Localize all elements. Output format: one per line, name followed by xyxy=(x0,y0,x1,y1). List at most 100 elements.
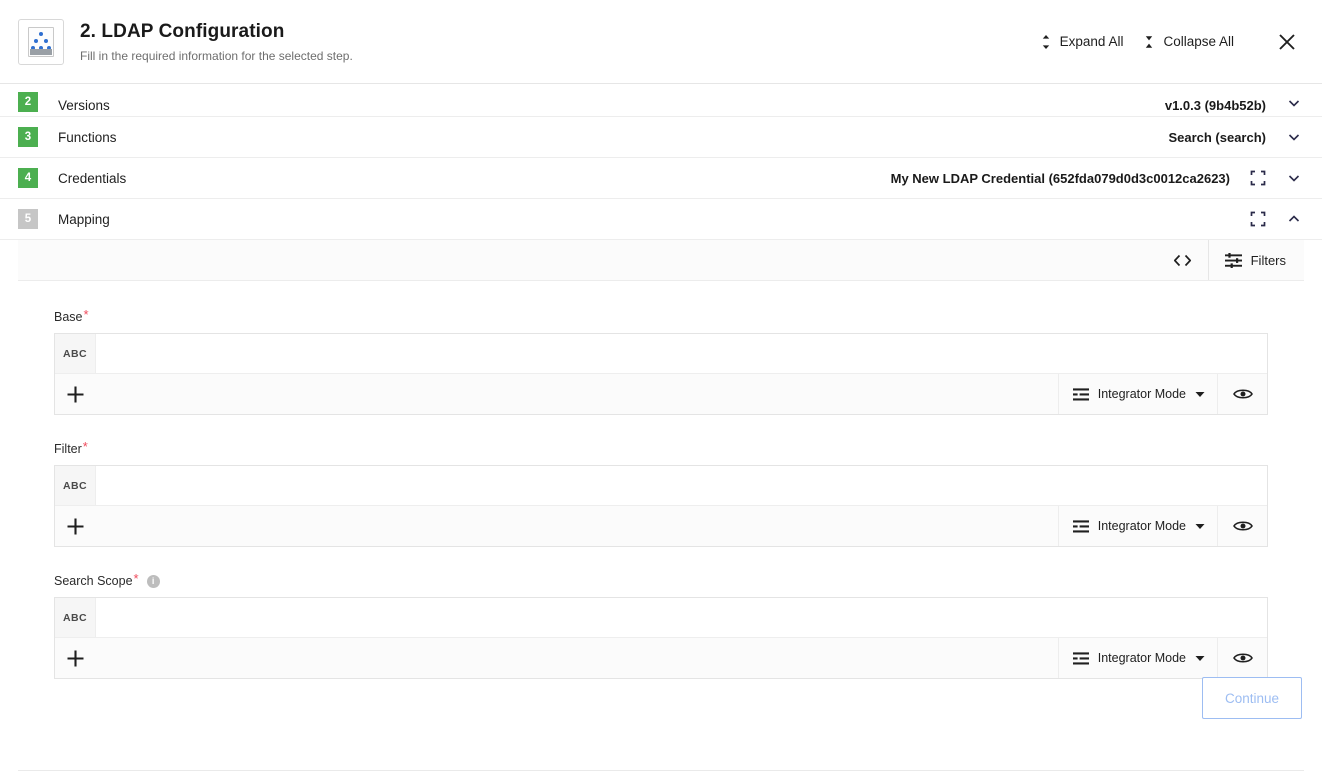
step-badge: 4 xyxy=(18,168,38,188)
accordion-row-versions[interactable]: 2 Versions v1.0.3 (9b4b52b) xyxy=(0,84,1322,117)
expand-all-label: Expand All xyxy=(1059,34,1124,49)
eye-icon xyxy=(1232,651,1253,665)
field-label-text: Search Scope xyxy=(54,574,133,588)
accordion-row-mapping[interactable]: 5 Mapping xyxy=(0,199,1322,240)
field-label-text: Base xyxy=(54,310,83,324)
accordion-row-icons xyxy=(1284,127,1304,147)
type-chip-button[interactable]: ABC xyxy=(55,598,96,637)
accordion-value: My New LDAP Credential (652fda079d0d3c00… xyxy=(890,170,1230,186)
field-input-row: ABC xyxy=(55,598,1267,638)
chevron-up-icon[interactable] xyxy=(1284,209,1304,229)
close-icon xyxy=(1277,32,1297,52)
page-subtitle: Fill in the required information for the… xyxy=(80,48,353,63)
accordion-row-credentials[interactable]: 4 Credentials My New LDAP Credential (65… xyxy=(0,158,1322,199)
field-box-filter: ABC Integrator Mode xyxy=(54,465,1268,547)
accordion-label: Mapping xyxy=(58,211,110,227)
mapping-toolbar: Filters xyxy=(18,240,1304,281)
required-asterisk: * xyxy=(133,571,139,586)
caret-down-icon xyxy=(1195,523,1205,530)
footer-spacer xyxy=(96,374,1058,414)
field-label-text: Filter xyxy=(54,442,82,456)
integrator-mode-dropdown[interactable]: Integrator Mode xyxy=(1057,374,1217,414)
dialog-header: 2. LDAP Configuration Fill in the requir… xyxy=(0,0,1322,84)
plus-icon xyxy=(66,517,85,536)
fullscreen-icon[interactable] xyxy=(1248,168,1268,188)
header-text-block: 2. LDAP Configuration Fill in the requir… xyxy=(80,20,353,64)
add-row-button[interactable] xyxy=(55,506,96,546)
field-label-base: Base * xyxy=(54,307,1268,325)
ldap-configuration-dialog: 2. LDAP Configuration Fill in the requir… xyxy=(0,0,1322,780)
field-input-row: ABC xyxy=(55,466,1267,506)
integrator-mode-dropdown[interactable]: Integrator Mode xyxy=(1057,506,1217,546)
plus-icon xyxy=(66,649,85,668)
mapping-form: Base * ABC Integrator Mode Filter * ABC … xyxy=(0,281,1322,679)
accordion-row-icons xyxy=(1248,168,1304,188)
fold-vertical-icon xyxy=(1143,34,1155,50)
preview-button[interactable] xyxy=(1217,506,1267,546)
field-label-search-scope: Search Scope * i xyxy=(54,571,1268,589)
page-title: 2. LDAP Configuration xyxy=(80,20,285,42)
footer-divider xyxy=(18,770,1304,771)
mode-lines-icon xyxy=(1072,651,1089,665)
field-input-row: ABC xyxy=(55,334,1267,374)
caret-down-icon xyxy=(1195,391,1205,398)
accordion-label: Versions xyxy=(58,98,110,113)
step-badge: 3 xyxy=(18,127,38,147)
integrator-mode-label: Integrator Mode xyxy=(1097,387,1186,401)
eye-icon xyxy=(1232,387,1253,401)
unfold-vertical-icon xyxy=(1040,34,1052,50)
header-actions: Expand All Collapse All xyxy=(1030,25,1304,59)
expand-all-button[interactable]: Expand All xyxy=(1030,28,1134,56)
field-group-base: Base * ABC Integrator Mode xyxy=(54,307,1268,415)
accordion-row-functions[interactable]: 3 Functions Search (search) xyxy=(0,117,1322,158)
accordion-row-icons xyxy=(1248,209,1304,229)
accordion-value: Search (search) xyxy=(1168,129,1266,145)
ldap-directory-icon xyxy=(18,18,64,65)
chevron-down-icon[interactable] xyxy=(1284,93,1304,113)
continue-button[interactable]: Continue xyxy=(1202,677,1302,719)
sliders-icon xyxy=(1224,252,1242,268)
base-input[interactable] xyxy=(96,334,1267,373)
accordion-label: Credentials xyxy=(58,170,127,186)
type-chip-button[interactable]: ABC xyxy=(55,466,96,505)
close-button[interactable] xyxy=(1270,25,1304,59)
integrator-mode-label: Integrator Mode xyxy=(1097,651,1186,665)
collapse-all-button[interactable]: Collapse All xyxy=(1133,28,1244,56)
integrator-mode-label: Integrator Mode xyxy=(1097,519,1186,533)
field-group-filter: Filter * ABC Integrator Mode xyxy=(54,439,1268,547)
plus-icon xyxy=(66,385,85,404)
step-badge: 5 xyxy=(18,209,38,229)
mode-lines-icon xyxy=(1072,519,1089,533)
field-group-search-scope: Search Scope * i ABC Integrator Mode xyxy=(54,571,1268,679)
filters-button[interactable]: Filters xyxy=(1207,240,1304,280)
collapse-all-label: Collapse All xyxy=(1163,34,1234,49)
info-icon[interactable]: i xyxy=(146,574,160,588)
footer-spacer xyxy=(96,506,1058,546)
code-view-button[interactable] xyxy=(1158,240,1208,280)
field-label-filter: Filter * xyxy=(54,439,1268,457)
fullscreen-icon[interactable] xyxy=(1248,209,1268,229)
field-box-base: ABC Integrator Mode xyxy=(54,333,1268,415)
accordion-label: Functions xyxy=(58,129,117,145)
chevron-down-icon[interactable] xyxy=(1284,127,1304,147)
code-brackets-icon xyxy=(1173,253,1192,268)
filters-label: Filters xyxy=(1250,252,1286,268)
search-scope-input[interactable] xyxy=(96,598,1267,637)
steps-accordion: 2 Versions v1.0.3 (9b4b52b) 3 Functions … xyxy=(0,84,1322,240)
type-chip-button[interactable]: ABC xyxy=(55,334,96,373)
required-asterisk: * xyxy=(83,307,89,322)
accordion-value: v1.0.3 (9b4b52b) xyxy=(1164,98,1266,113)
add-row-button[interactable] xyxy=(55,374,96,414)
dialog-footer: Continue xyxy=(0,670,1322,780)
required-asterisk: * xyxy=(82,439,88,454)
field-footer: Integrator Mode xyxy=(55,374,1267,414)
field-box-search-scope: ABC Integrator Mode xyxy=(54,597,1268,679)
caret-down-icon xyxy=(1195,655,1205,662)
preview-button[interactable] xyxy=(1217,374,1267,414)
accordion-row-icons xyxy=(1284,93,1304,113)
mode-lines-icon xyxy=(1072,387,1089,401)
eye-icon xyxy=(1232,519,1253,533)
step-badge: 2 xyxy=(18,92,38,112)
filter-input[interactable] xyxy=(96,466,1267,505)
chevron-down-icon[interactable] xyxy=(1284,168,1304,188)
